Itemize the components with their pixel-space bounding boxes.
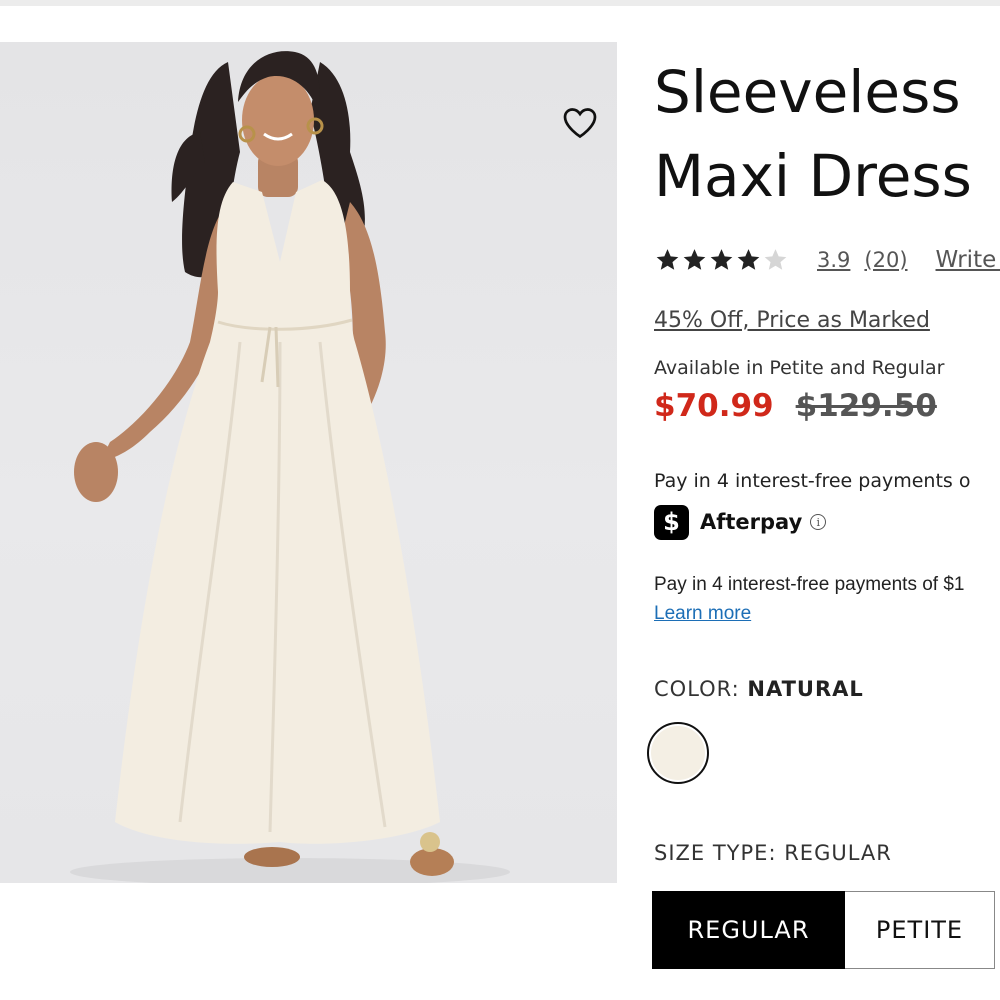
afterpay-logo-icon: $	[654, 504, 689, 540]
star-filled-icon	[683, 249, 706, 270]
rating-count-link[interactable]: (20)	[864, 248, 907, 272]
star-filled-icon	[737, 249, 760, 270]
size-type-petite-button[interactable]: PETITE	[845, 891, 995, 969]
afterpay-row: $ Afterpay i	[654, 504, 827, 540]
product-title-line2: Maxi Dress	[654, 142, 972, 210]
size-type-regular-button[interactable]: REGULAR	[652, 891, 845, 969]
top-bar	[0, 0, 1000, 6]
rating-average-link[interactable]: 3.9	[817, 248, 850, 272]
color-label-prefix: COLOR:	[654, 677, 740, 701]
color-swatch-natural[interactable]	[647, 722, 709, 784]
learn-more-link[interactable]: Learn more	[654, 603, 751, 625]
star-empty-icon	[764, 249, 787, 270]
rating-row: 3.9 (20) Write a	[654, 244, 1000, 276]
info-icon[interactable]: i	[810, 514, 827, 530]
star-filled-icon	[710, 249, 733, 270]
color-label: COLOR: NATURAL	[654, 677, 864, 701]
write-review-link[interactable]: Write a	[936, 247, 1000, 273]
product-image	[0, 42, 617, 883]
product-title-line1: Sleeveless	[654, 58, 961, 126]
size-type-value: REGULAR	[784, 841, 892, 865]
heart-outline-icon	[563, 108, 597, 139]
swatch-fill	[651, 726, 705, 780]
afterpay-message: Pay in 4 interest-free payments o	[654, 470, 971, 492]
product-title: Sleeveless Maxi Dress	[654, 50, 972, 218]
afterpay-name: Afterpay	[700, 510, 803, 534]
model-illustration	[70, 51, 510, 883]
installment-message: Pay in 4 interest-free payments of $1	[654, 574, 965, 595]
size-type-label: SIZE TYPE: REGULAR	[654, 841, 892, 865]
availability-text: Available in Petite and Regular	[654, 357, 945, 379]
wishlist-button[interactable]	[562, 106, 602, 146]
original-price: $129.50	[795, 388, 937, 424]
promo-link[interactable]: 45% Off, Price as Marked	[654, 308, 930, 333]
size-type-label-prefix: SIZE TYPE:	[654, 841, 777, 865]
star-filled-icon	[656, 249, 679, 270]
rating-stars	[654, 247, 789, 273]
color-value: NATURAL	[747, 677, 864, 701]
sale-price: $70.99	[654, 388, 774, 424]
price-row: $70.99 $129.50	[654, 388, 937, 424]
size-type-options: REGULAR PETITE	[652, 891, 995, 969]
